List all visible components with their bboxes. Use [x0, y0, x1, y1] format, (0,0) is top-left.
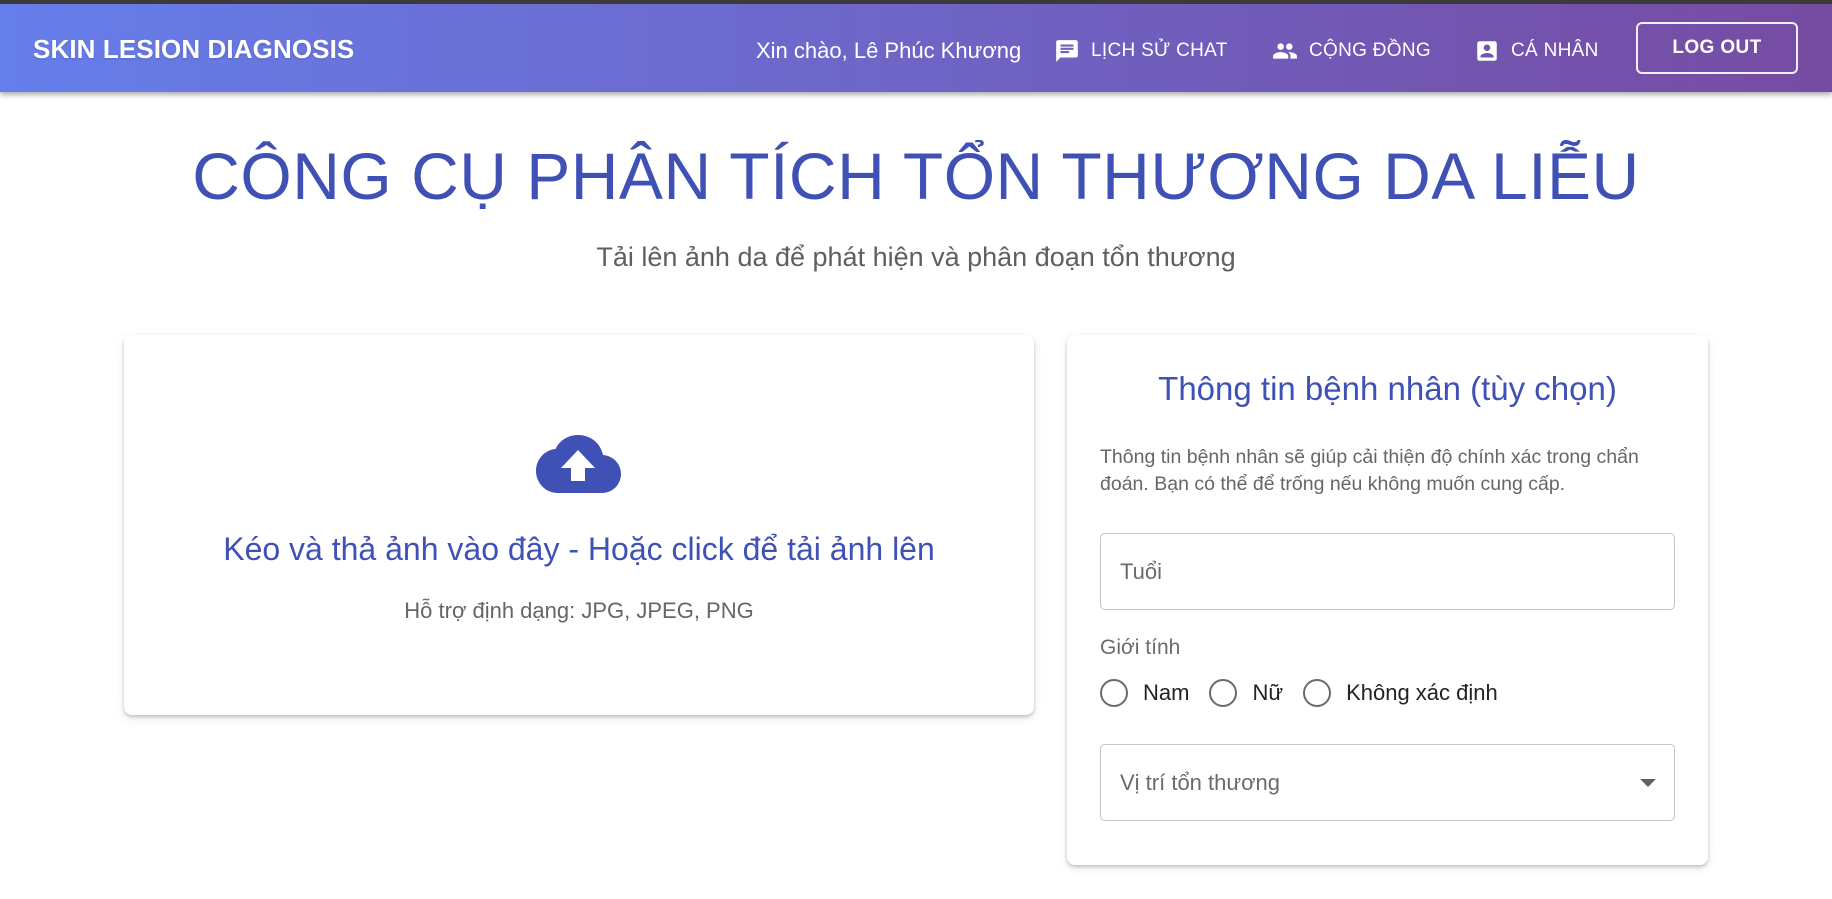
- nav-community-label: CỘNG ĐỒNG: [1309, 40, 1431, 61]
- nav-community-button[interactable]: CỘNG ĐỒNG: [1272, 34, 1431, 68]
- people-icon: [1273, 43, 1297, 59]
- upload-format-hint: Hỗ trợ định dạng: JPG, JPEG, PNG: [404, 598, 754, 623]
- gender-option-label: Không xác định: [1346, 680, 1498, 705]
- radio-button[interactable]: [1209, 679, 1238, 707]
- gender-radio-unspecified[interactable]: Không xác định: [1303, 679, 1498, 707]
- patient-info-title: Thông tin bệnh nhân (tùy chọn): [1158, 370, 1617, 407]
- nav-profile-label: CÁ NHÂN: [1511, 40, 1599, 61]
- page-title: CÔNG CỤ PHÂN TÍCH TỔN THƯƠNG DA LIỄU: [192, 139, 1640, 213]
- radio-button[interactable]: [1303, 679, 1332, 707]
- page-subtitle: Tải lên ảnh da để phát hiện và phân đoạn…: [596, 242, 1236, 272]
- gender-radio-female[interactable]: Nữ: [1209, 679, 1283, 707]
- lesion-location-label: Vị trí tổn thương: [1120, 770, 1281, 795]
- nav-chat-history-button[interactable]: LỊCH SỬ CHAT: [1054, 34, 1228, 68]
- gender-radio-group: Nam Nữ Không xác định: [1100, 678, 1518, 708]
- radio-button[interactable]: [1100, 679, 1128, 707]
- gender-label: Giới tính: [1100, 636, 1181, 659]
- chat-icon: [1056, 40, 1078, 62]
- logout-button[interactable]: LOG OUT: [1636, 22, 1798, 74]
- app-title: SKIN LESION DIAGNOSIS: [33, 34, 355, 64]
- gender-option-label: Nam: [1143, 680, 1190, 705]
- gender-radio-male[interactable]: Nam: [1100, 679, 1189, 707]
- dropdown-arrow-icon: [1640, 779, 1656, 787]
- upload-dropzone[interactable]: [124, 335, 1034, 715]
- nav-chat-history-label: LỊCH SỬ CHAT: [1091, 40, 1228, 61]
- age-input-label: Tuổi: [1120, 559, 1162, 584]
- patient-info-description: Thông tin bệnh nhân sẽ giúp cải thiện độ…: [1100, 446, 1639, 495]
- lesion-location-select[interactable]: Vị trí tổn thương: [1100, 744, 1675, 821]
- gender-option-label: Nữ: [1252, 680, 1284, 705]
- app-bar: SKIN LESION DIAGNOSIS Xin chào, Lê Phúc …: [0, 4, 1832, 92]
- upload-instruction: Kéo và thả ảnh vào đây - Hoặc click để t…: [223, 531, 935, 567]
- account-box-icon: [1477, 41, 1497, 61]
- user-greeting: Xin chào, Lê Phúc Khương: [756, 38, 1022, 63]
- cloud-upload-icon: [536, 435, 621, 493]
- nav-profile-button[interactable]: CÁ NHÂN: [1474, 34, 1599, 68]
- age-input[interactable]: Tuổi: [1100, 533, 1675, 610]
